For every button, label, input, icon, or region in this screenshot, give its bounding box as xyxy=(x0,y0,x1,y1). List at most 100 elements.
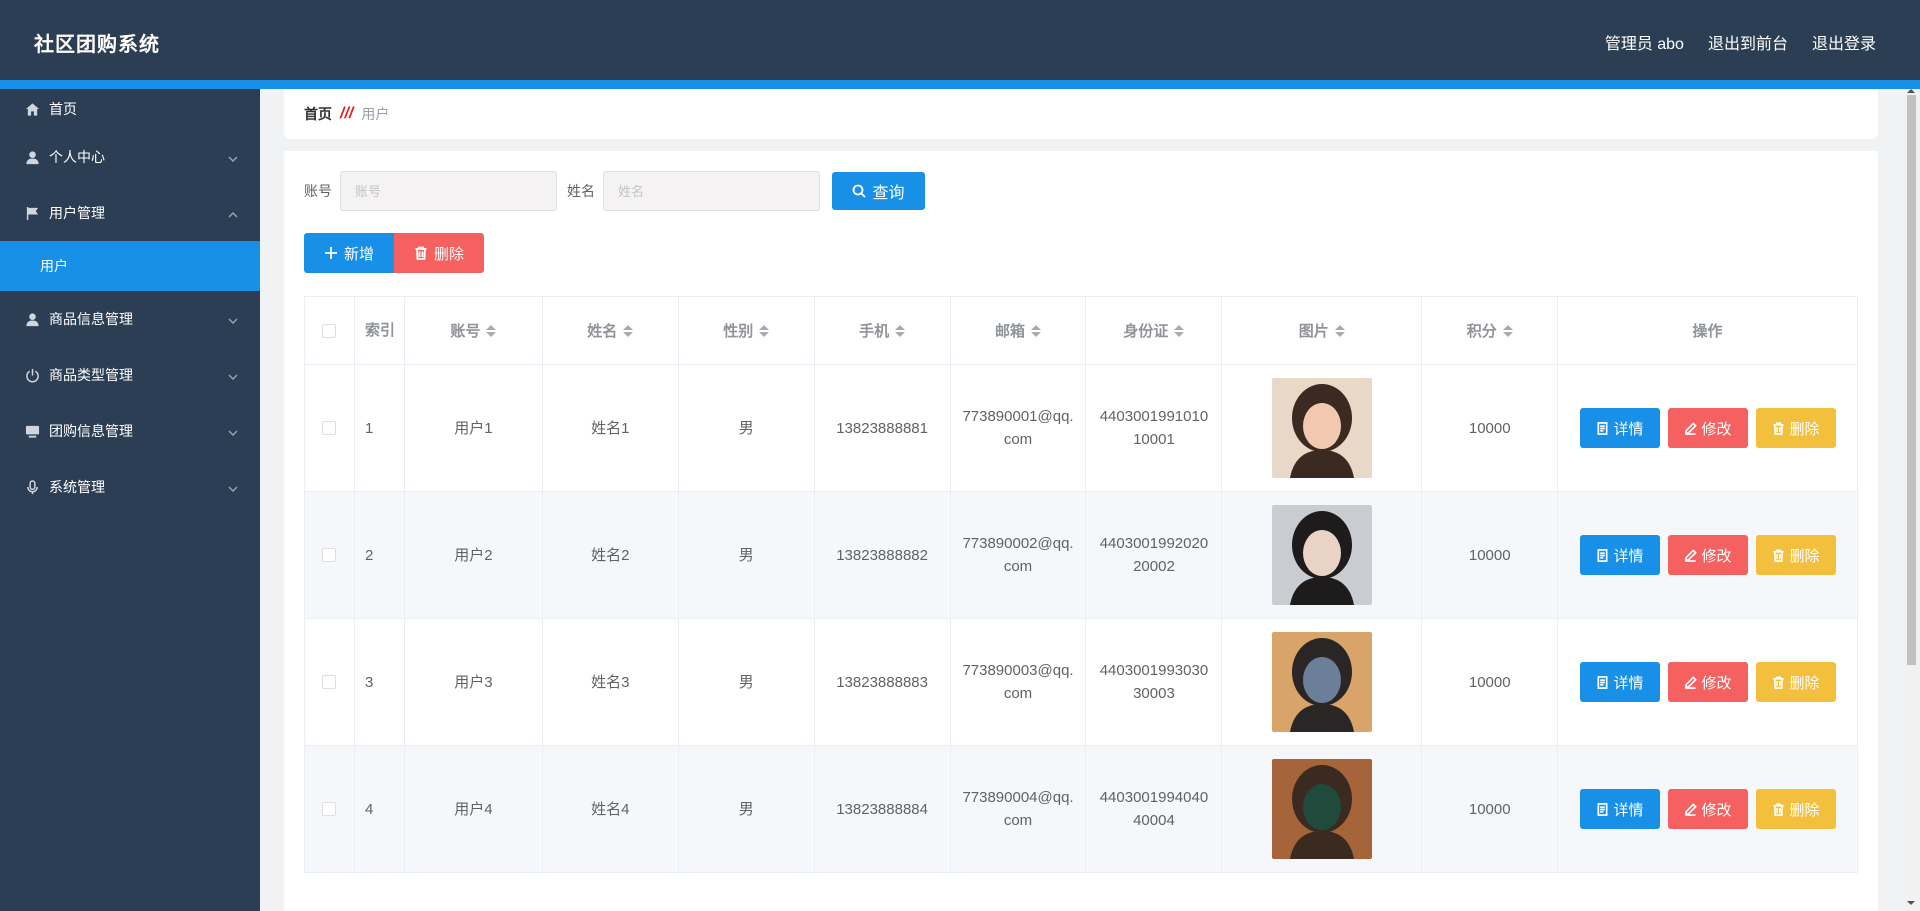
header-phone[interactable]: 手机 xyxy=(815,297,951,364)
detail-button[interactable]: 详情 xyxy=(1579,662,1660,702)
name-input[interactable] xyxy=(603,171,820,211)
table-row: 2 用户2 姓名2 男 13823888882 773890002@qq.com 44030… xyxy=(305,492,1858,619)
query-button[interactable]: 查询 xyxy=(832,172,925,210)
cell-id-card: 440300199303030003 xyxy=(1086,619,1223,745)
top-header: 社区团购系统 管理员 abo 退出到前台 退出登录 xyxy=(0,0,1920,80)
header-account-label: 账号 xyxy=(450,323,481,340)
header-select-all[interactable] xyxy=(305,297,355,364)
add-button[interactable]: 新增 xyxy=(304,233,394,273)
sort-icon[interactable] xyxy=(1334,324,1345,337)
delete-button[interactable]: 删除 xyxy=(1755,408,1836,448)
delete-label: 删除 xyxy=(1789,547,1820,565)
sidebar-item-system[interactable]: 系统管理 xyxy=(0,459,260,515)
scroll-down-arrow[interactable] xyxy=(1907,901,1915,905)
page-scrollbar[interactable] xyxy=(1903,89,1920,911)
header-score[interactable]: 积分 xyxy=(1422,297,1559,364)
sidebar-item-goods-info[interactable]: 商品信息管理 xyxy=(0,291,260,347)
detail-label: 详情 xyxy=(1613,801,1644,819)
sort-icon[interactable] xyxy=(486,324,497,337)
scrollbar-thumb[interactable] xyxy=(1907,95,1916,665)
search-icon xyxy=(853,184,867,198)
user-photo[interactable] xyxy=(1271,505,1372,605)
sidebar-item-label: 首页 xyxy=(49,101,77,117)
user-photo[interactable] xyxy=(1271,632,1372,732)
scroll-up-arrow[interactable] xyxy=(1907,89,1915,93)
detail-button[interactable]: 详情 xyxy=(1579,789,1660,829)
cell-ops: 详情 修改 删除 xyxy=(1558,746,1858,872)
header-image-label: 图片 xyxy=(1298,323,1329,340)
row-select-cell[interactable] xyxy=(305,492,355,618)
header-sex[interactable]: 性别 xyxy=(679,297,815,364)
row-select-cell[interactable] xyxy=(305,619,355,745)
name-label: 姓名 xyxy=(567,183,595,199)
detail-button[interactable]: 详情 xyxy=(1579,535,1660,575)
header-id-card[interactable]: 身份证 xyxy=(1086,297,1223,364)
pencil-icon xyxy=(1684,421,1697,435)
header-email[interactable]: 邮箱 xyxy=(951,297,1087,364)
sort-icon[interactable] xyxy=(1502,324,1513,337)
sidebar-item-goods-type[interactable]: 商品类型管理 xyxy=(0,347,260,403)
breadcrumb: 首页 /// 用户 xyxy=(284,89,1878,139)
account-input[interactable] xyxy=(340,171,557,211)
sort-icon[interactable] xyxy=(895,324,906,337)
cell-account: 用户3 xyxy=(405,619,543,745)
flag-icon xyxy=(24,205,40,221)
cell-ops: 详情 修改 删除 xyxy=(1558,619,1858,745)
delete-button[interactable]: 删除 xyxy=(1755,662,1836,702)
detail-label: 详情 xyxy=(1613,674,1644,692)
delete-button[interactable]: 删除 xyxy=(1755,789,1836,829)
edit-button[interactable]: 修改 xyxy=(1667,662,1748,702)
row-select-cell[interactable] xyxy=(305,365,355,491)
cell-phone: 13823888882 xyxy=(815,492,951,618)
cell-account: 用户2 xyxy=(405,492,543,618)
row-select-cell[interactable] xyxy=(305,746,355,872)
header-account[interactable]: 账号 xyxy=(405,297,543,364)
mic-icon xyxy=(24,479,40,495)
chevron-down-icon xyxy=(228,151,238,162)
accent-bar xyxy=(0,80,1920,89)
batch-delete-button[interactable]: 删除 xyxy=(394,233,484,273)
sort-icon[interactable] xyxy=(1031,324,1042,337)
row-checkbox[interactable] xyxy=(322,421,337,435)
select-all-checkbox[interactable] xyxy=(322,323,337,338)
sidebar-item-home[interactable]: 首页 xyxy=(0,89,260,129)
chevron-down-icon xyxy=(228,313,238,324)
sidebar-subitem-users[interactable]: 用户 xyxy=(0,241,260,291)
sort-icon[interactable] xyxy=(623,324,634,337)
cell-sex: 男 xyxy=(679,619,815,745)
breadcrumb-home[interactable]: 首页 xyxy=(304,104,332,124)
header-image[interactable]: 图片 xyxy=(1222,297,1423,364)
header-actions: 管理员 abo 退出到前台 退出登录 xyxy=(1605,30,1876,54)
cell-image xyxy=(1222,619,1423,745)
pencil-icon xyxy=(1684,675,1697,689)
cell-id-card: 440300199101010001 xyxy=(1086,365,1223,491)
edit-label: 修改 xyxy=(1701,801,1732,819)
detail-button[interactable]: 详情 xyxy=(1579,408,1660,448)
sidebar-item-user-management[interactable]: 用户管理 xyxy=(0,185,260,241)
cell-name: 姓名4 xyxy=(543,746,679,872)
edit-button[interactable]: 修改 xyxy=(1667,535,1748,575)
delete-button[interactable]: 删除 xyxy=(1755,535,1836,575)
sidebar-item-profile[interactable]: 个人中心 xyxy=(0,129,260,185)
user-icon xyxy=(24,149,40,165)
content-card: 账号 姓名 查询 新增 删除 索引 账号 姓名 xyxy=(284,151,1878,911)
edit-button[interactable]: 修改 xyxy=(1667,789,1748,829)
monitor-icon xyxy=(24,423,40,439)
edit-button[interactable]: 修改 xyxy=(1667,408,1748,448)
cell-image xyxy=(1222,746,1423,872)
header-name[interactable]: 姓名 xyxy=(543,297,679,364)
exit-to-front-link[interactable]: 退出到前台 xyxy=(1708,30,1788,54)
row-checkbox[interactable] xyxy=(322,675,337,689)
sort-icon[interactable] xyxy=(1174,324,1185,337)
sidebar-item-group-buy[interactable]: 团购信息管理 xyxy=(0,403,260,459)
users-table: 索引 账号 姓名 性别 手机 邮箱 身份证 图片 积分 操作 1 用户1 姓名1 男 1… xyxy=(304,296,1858,873)
logout-link[interactable]: 退出登录 xyxy=(1812,30,1876,54)
table-header-row: 索引 账号 姓名 性别 手机 邮箱 身份证 图片 积分 操作 xyxy=(305,297,1858,365)
user-photo[interactable] xyxy=(1271,378,1372,478)
pencil-icon xyxy=(1684,802,1697,816)
user-photo[interactable] xyxy=(1271,759,1372,859)
cell-image xyxy=(1222,492,1423,618)
row-checkbox[interactable] xyxy=(322,802,337,816)
row-checkbox[interactable] xyxy=(322,548,337,562)
sort-icon[interactable] xyxy=(759,324,770,337)
